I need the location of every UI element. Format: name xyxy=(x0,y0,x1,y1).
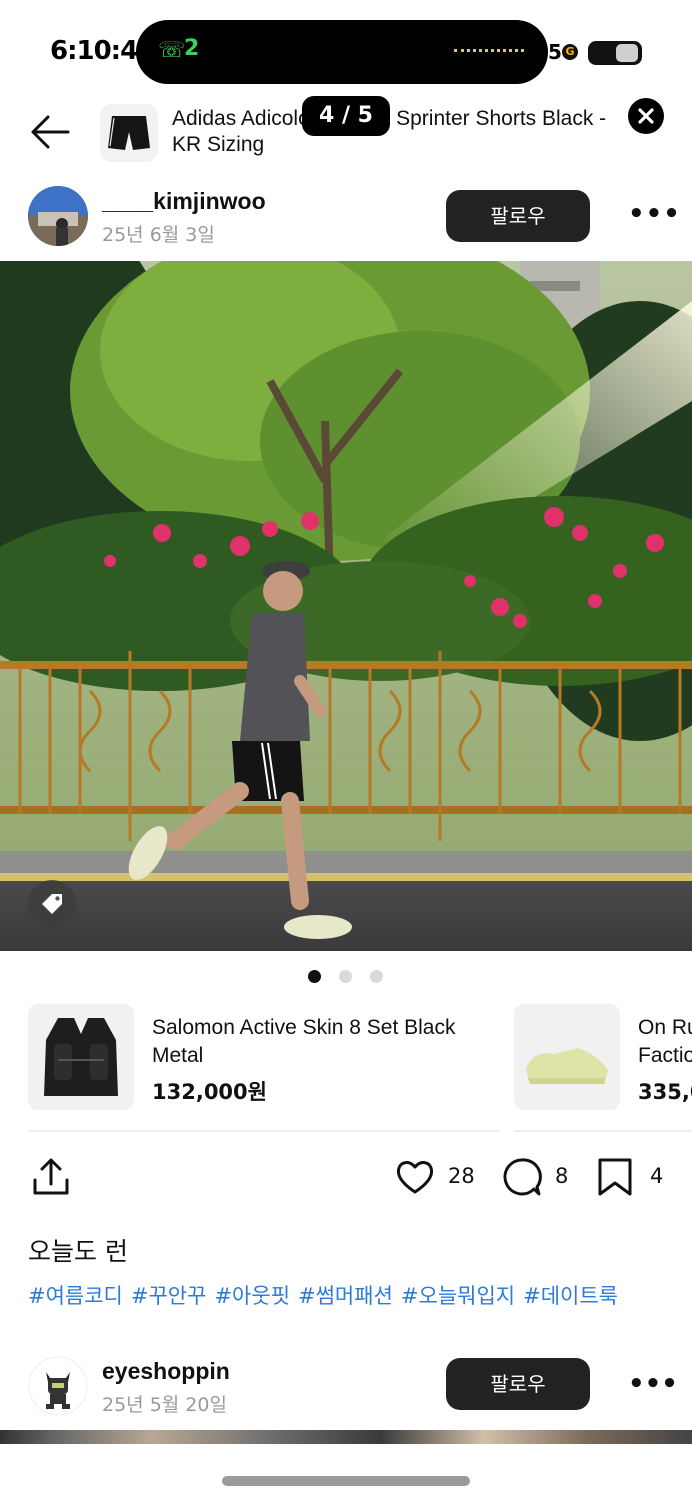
close-icon xyxy=(638,108,654,124)
dynamic-island[interactable]: ☏ 2 xyxy=(136,20,548,84)
username[interactable]: ____kimjinwoo xyxy=(102,188,266,215)
product-image xyxy=(514,1004,620,1110)
comment-count: 8 xyxy=(555,1164,569,1188)
hashtag[interactable]: #여름코디 xyxy=(28,1284,123,1308)
product-price: 335,000원 xyxy=(638,1080,692,1104)
battery-icon xyxy=(588,41,642,65)
tag-icon xyxy=(42,894,62,914)
hashtag-list: #여름코디 #꾸안꾸 #아웃핏 #썸머패션 #오늘뭐입지 #데이트룩 xyxy=(28,1280,626,1310)
arrow-left-icon xyxy=(31,115,70,149)
phone-call-icon: ☏ xyxy=(158,38,186,63)
bookmark-button[interactable]: 4 xyxy=(596,1156,670,1198)
battery-fill xyxy=(616,44,638,62)
hashtag[interactable]: #아웃핏 xyxy=(214,1284,290,1308)
like-count: 28 xyxy=(448,1164,475,1188)
signal-text: 5 xyxy=(548,40,562,64)
product-card[interactable]: On Running Cloudsurfer Faction 335,000원 xyxy=(514,1004,692,1124)
carousel-dot[interactable] xyxy=(370,970,383,983)
product-name: Salomon Active Skin 8 Set Black Metal xyxy=(152,1016,456,1067)
running-photo xyxy=(0,261,692,951)
product-image xyxy=(28,1004,134,1110)
bookmark-count: 4 xyxy=(650,1164,664,1188)
carousel-dot-active[interactable] xyxy=(308,970,321,983)
heart-icon xyxy=(396,1161,434,1194)
post-date: 25년 6월 3일 xyxy=(102,224,215,246)
follow-button[interactable]: 팔로우 xyxy=(446,190,590,242)
share-icon xyxy=(33,1158,69,1195)
back-button[interactable] xyxy=(28,114,72,150)
share-button[interactable] xyxy=(30,1156,72,1198)
vest-image xyxy=(44,1018,118,1096)
avatar-image xyxy=(28,1356,88,1416)
hashtag[interactable]: #데이트룩 xyxy=(523,1284,618,1308)
call-indicator: 2 xyxy=(184,36,200,61)
page-indicator: 4 / 5 xyxy=(302,96,390,136)
avatar-image xyxy=(28,186,88,246)
username[interactable]: eyeshoppin xyxy=(102,1358,230,1385)
avatar[interactable] xyxy=(28,186,88,246)
carousel-dots xyxy=(306,970,396,984)
comment-button[interactable]: 8 xyxy=(500,1156,574,1198)
shorts-image xyxy=(108,116,150,150)
hashtag[interactable]: #꾸안꾸 xyxy=(131,1284,207,1308)
divider xyxy=(514,1130,692,1132)
like-button[interactable]: 28 xyxy=(394,1156,484,1198)
post-date: 25년 5월 20일 xyxy=(102,1394,227,1416)
hashtag[interactable]: #썸머패션 xyxy=(298,1284,393,1308)
post-photo[interactable] xyxy=(0,261,692,951)
divider xyxy=(28,1130,500,1132)
bookmark-icon xyxy=(598,1158,632,1196)
more-options-button[interactable]: ••• xyxy=(628,1371,678,1397)
comment-icon xyxy=(503,1158,542,1196)
next-post-photo[interactable] xyxy=(0,1430,692,1444)
location-icon: G xyxy=(562,44,578,60)
hashtag[interactable]: #오늘뭐입지 xyxy=(401,1284,515,1308)
carousel-dot[interactable] xyxy=(339,970,352,983)
waveform-icon xyxy=(454,49,524,53)
post-caption: 오늘도 런 xyxy=(28,1237,128,1266)
more-options-button[interactable]: ••• xyxy=(628,201,680,227)
home-indicator[interactable] xyxy=(222,1476,470,1486)
avatar[interactable] xyxy=(28,1356,88,1416)
shoe-image xyxy=(526,1048,608,1084)
product-title[interactable]: Adidas Adicolor Classic Sprinter Shorts … xyxy=(172,106,632,158)
status-bar: 6:10:44 ☏ 2 5 G xyxy=(0,0,692,96)
close-button[interactable] xyxy=(628,98,664,134)
product-card[interactable]: Salomon Active Skin 8 Set Black Metal 13… xyxy=(28,1004,488,1124)
product-price: 132,000원 xyxy=(152,1080,267,1104)
product-thumbnail[interactable] xyxy=(100,104,158,162)
follow-button[interactable]: 팔로우 xyxy=(446,1358,590,1410)
product-tag-button[interactable] xyxy=(28,880,76,928)
product-name: On Running Cloudsurfer Faction xyxy=(638,1016,692,1067)
